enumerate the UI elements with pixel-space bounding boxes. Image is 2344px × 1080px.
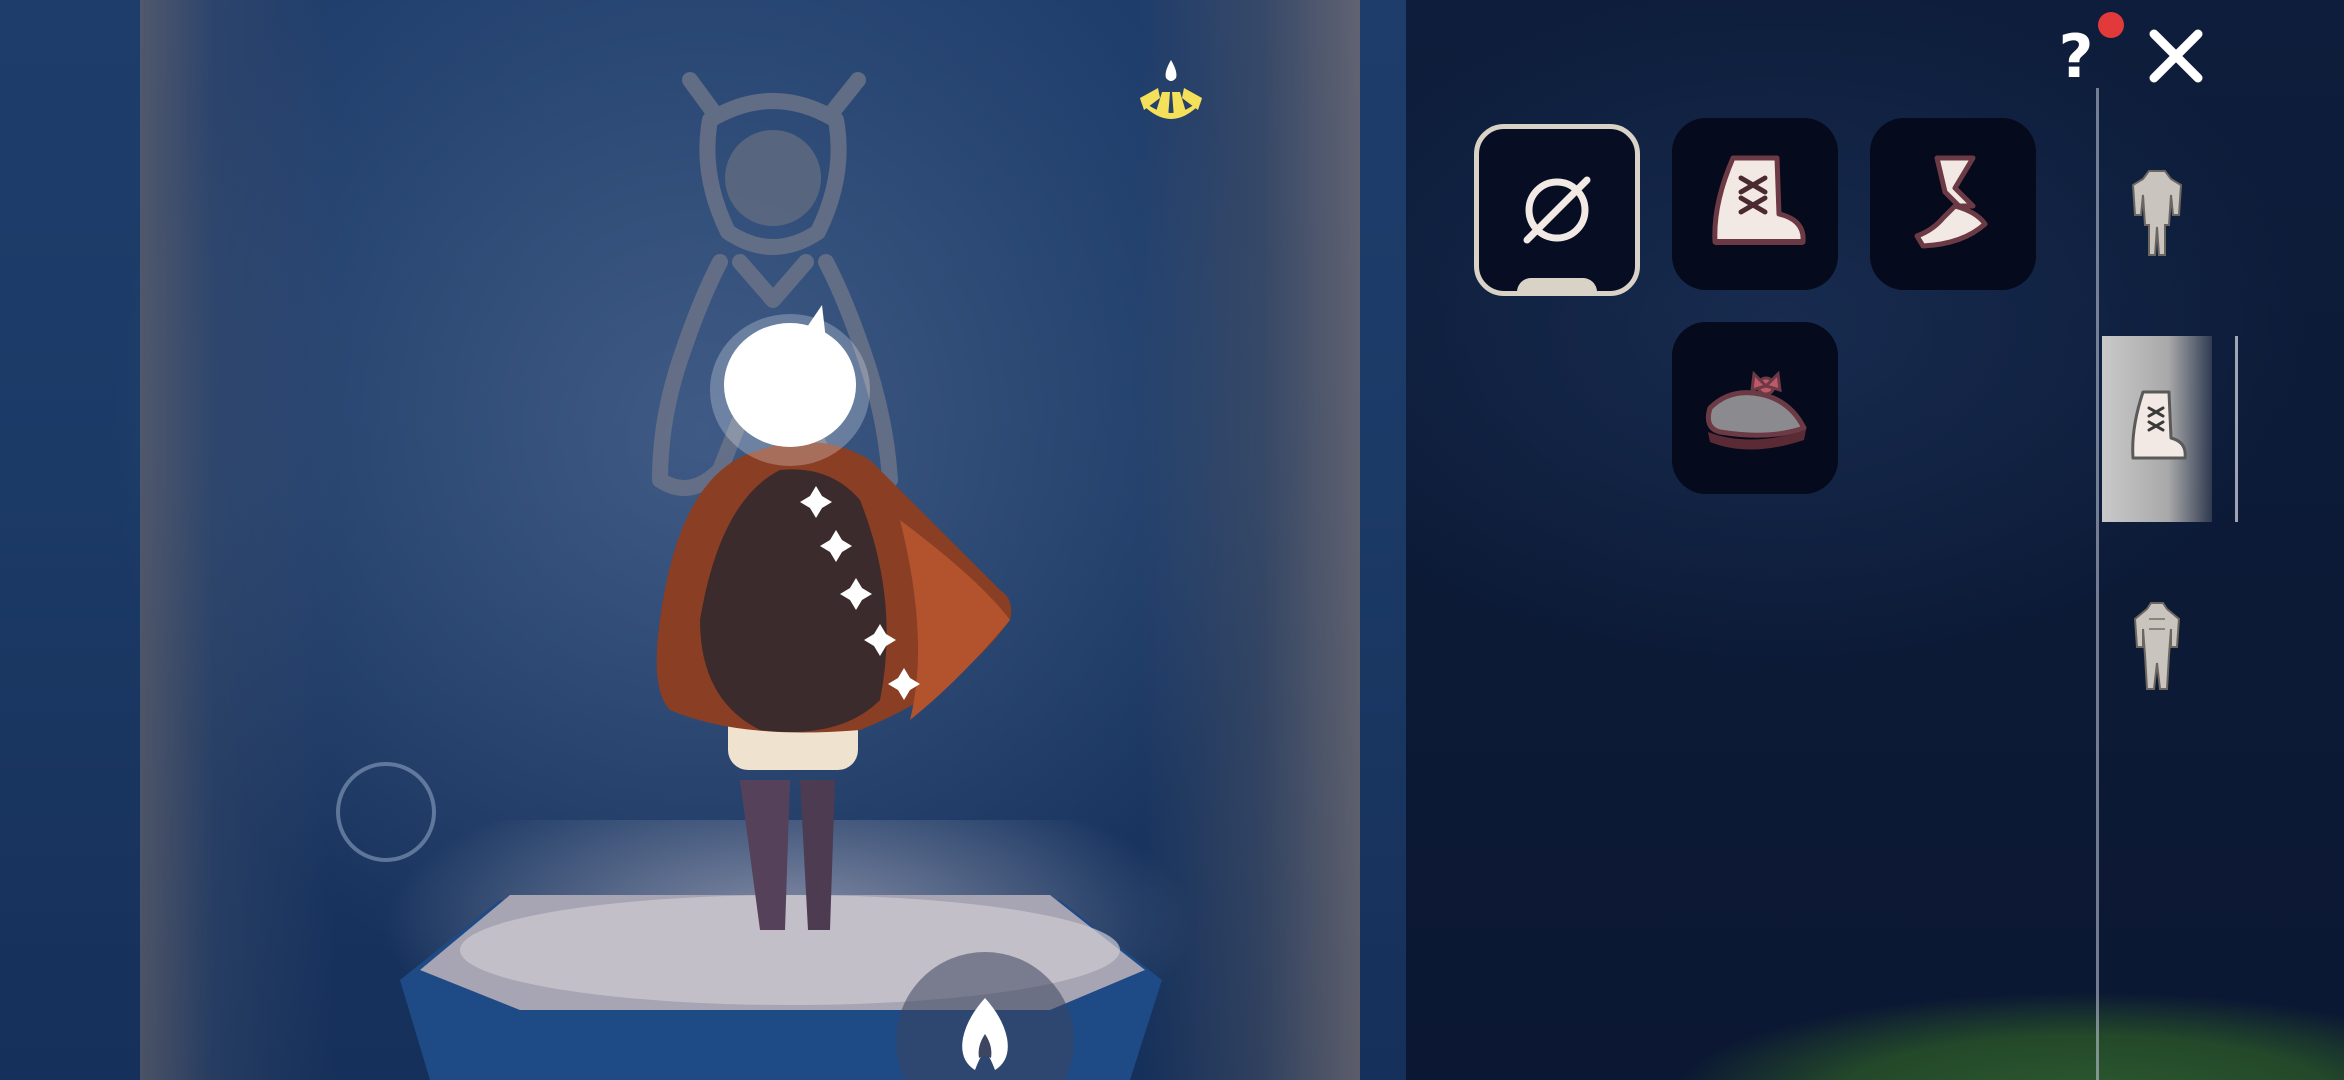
none-icon bbox=[1523, 176, 1591, 244]
outfit-alt-icon bbox=[2133, 602, 2181, 690]
laced-boot-icon bbox=[1712, 155, 1806, 245]
active-category-marker bbox=[2235, 336, 2238, 522]
selected-notch bbox=[1517, 278, 1597, 292]
help-label: ? bbox=[2058, 22, 2094, 92]
scene-artwork bbox=[400, 72, 1162, 1080]
flame-icon bbox=[962, 998, 1008, 1070]
strappy-sandal-icon bbox=[1914, 155, 1988, 249]
game-scene bbox=[0, 0, 1406, 1080]
boot-icon bbox=[2131, 390, 2187, 460]
category-outfit-alt[interactable] bbox=[2102, 554, 2212, 740]
item-slot-bow-mary-jane[interactable] bbox=[1672, 322, 1838, 494]
help-button[interactable]: ? bbox=[2046, 12, 2124, 92]
category-rail bbox=[2096, 88, 2099, 1080]
close-button[interactable] bbox=[2146, 26, 2206, 86]
player-character bbox=[656, 305, 1012, 930]
closet-panel: ? bbox=[1406, 0, 2344, 1080]
item-slot-laced-boots[interactable] bbox=[1672, 118, 1838, 290]
category-outfit[interactable] bbox=[2102, 120, 2212, 306]
close-icon bbox=[2149, 29, 2203, 83]
category-shoes[interactable] bbox=[2102, 336, 2238, 522]
grass-decoration bbox=[1666, 940, 2344, 1080]
item-slot-none[interactable] bbox=[1474, 124, 1640, 296]
outfit-icon bbox=[2131, 170, 2183, 256]
item-slot-strappy-sandal[interactable] bbox=[1870, 118, 2036, 290]
winged-light-fan-icon bbox=[1140, 60, 1202, 119]
mary-jane-shoe-icon bbox=[1705, 370, 1807, 450]
notification-dot bbox=[2098, 12, 2124, 38]
virtual-joystick[interactable] bbox=[336, 762, 436, 862]
